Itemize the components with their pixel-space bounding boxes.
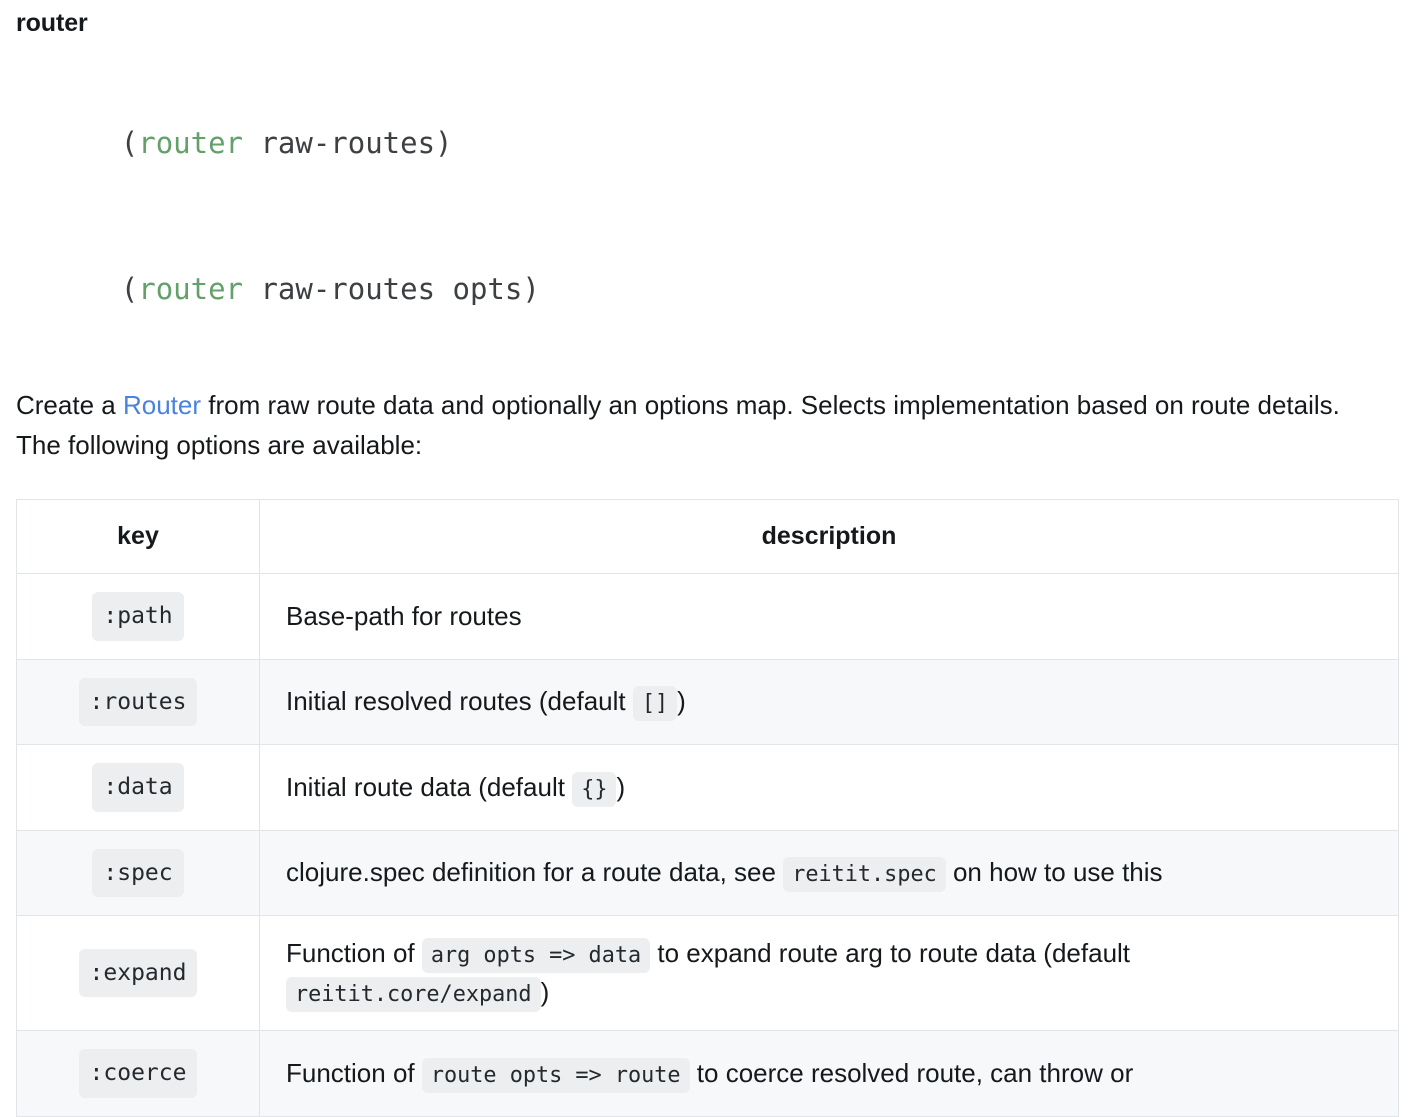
option-key-cell: :spec — [16, 829, 260, 917]
option-key-cell: :coerce — [16, 1030, 260, 1117]
option-description-cell: Initial route data (default {}) — [259, 744, 1399, 831]
router-link[interactable]: Router — [123, 390, 201, 420]
description-text: Function of — [286, 938, 422, 969]
option-description-cell: Function of route opts => route to coerc… — [259, 1030, 1399, 1117]
column-header-description: description — [259, 499, 1399, 575]
inline-code: route opts => route — [421, 1057, 690, 1093]
doc-page: router (router raw-routes) (router raw-r… — [0, 8, 1414, 1117]
option-description-cell: Function of arg opts => data to expand r… — [259, 915, 1399, 1032]
description-paragraph: Create a Router from raw route data and … — [16, 386, 1391, 465]
signature-open-paren: ( — [120, 271, 139, 306]
option-description-cell: Base-path for routes — [259, 573, 1399, 660]
table-header: key description — [16, 499, 1399, 575]
table-row: :expand Function of arg opts => data to e… — [16, 915, 1399, 1032]
option-description-cell: Initial resolved routes (default []) — [259, 658, 1399, 746]
table-body: :path Base-path for routes :routes Initial … — [16, 573, 1399, 1117]
description-text-after: from raw route data and optionally an op… — [16, 390, 1340, 460]
signature-function-name: router — [138, 271, 243, 306]
function-signature: (router raw-routes) — [16, 85, 1398, 202]
description-text: clojure.spec definition for a route data… — [286, 857, 784, 888]
option-key-code: :spec — [92, 848, 184, 898]
inline-code: {} — [572, 771, 617, 807]
signature-args: raw-routes) — [243, 126, 453, 161]
option-key-cell: :data — [16, 744, 260, 831]
description-text: ) — [677, 686, 686, 717]
inline-code: arg opts => data — [421, 938, 651, 974]
option-key-code: :coerce — [78, 1049, 198, 1098]
inline-code: reitit.core/expand — [286, 977, 541, 1013]
description-text-before: Create a — [16, 390, 123, 421]
description-text: Base-path for routes — [286, 600, 522, 631]
inline-code: reitit.spec — [783, 857, 946, 893]
page-title: router — [16, 9, 88, 37]
table-header-row: key description — [16, 499, 1399, 575]
inline-code: [] — [632, 686, 678, 722]
description-text: to expand route arg to route data (defau… — [650, 938, 1131, 969]
description-text: Initial resolved routes (default — [286, 686, 633, 717]
option-key-code: :expand — [78, 948, 198, 998]
table-row: :data Initial route data (default {}) — [16, 744, 1399, 831]
option-key-code: :routes — [78, 677, 198, 727]
description-text: Initial route data (default — [286, 771, 573, 802]
table-row: :spec clojure.spec definition for a route… — [16, 829, 1399, 917]
description-text: to coerce resolved route, can throw or — [689, 1057, 1134, 1088]
option-key-cell: :routes — [16, 658, 260, 746]
signature-open-paren: ( — [120, 126, 139, 161]
option-key-code: :path — [92, 592, 184, 641]
signature-block: (router raw-routes) (router raw-routes o… — [16, 85, 1398, 348]
option-description-cell: clojure.spec definition for a route data… — [259, 829, 1399, 917]
description-text: ) — [616, 771, 626, 802]
signature-function-name: router — [138, 126, 243, 161]
table-row: :path Base-path for routes — [16, 573, 1399, 660]
signature-args: raw-routes opts) — [243, 271, 540, 306]
description-text: on how to use this — [945, 857, 1163, 888]
option-key-cell: :path — [16, 573, 260, 660]
description-text: ) — [540, 977, 550, 1008]
column-header-key: key — [16, 499, 260, 575]
options-table-container: key description :path Base-path for route… — [16, 499, 1399, 1117]
table-row: :coerce Function of route opts => route t… — [16, 1030, 1399, 1117]
option-key-cell: :expand — [16, 915, 260, 1032]
option-key-code: :data — [92, 763, 184, 812]
description-text: Function of — [286, 1057, 422, 1088]
function-signature: (router raw-routes opts) — [16, 231, 1398, 348]
options-table: key description :path Base-path for route… — [16, 499, 1399, 1117]
table-row: :routes Initial resolved routes (default … — [16, 658, 1399, 746]
